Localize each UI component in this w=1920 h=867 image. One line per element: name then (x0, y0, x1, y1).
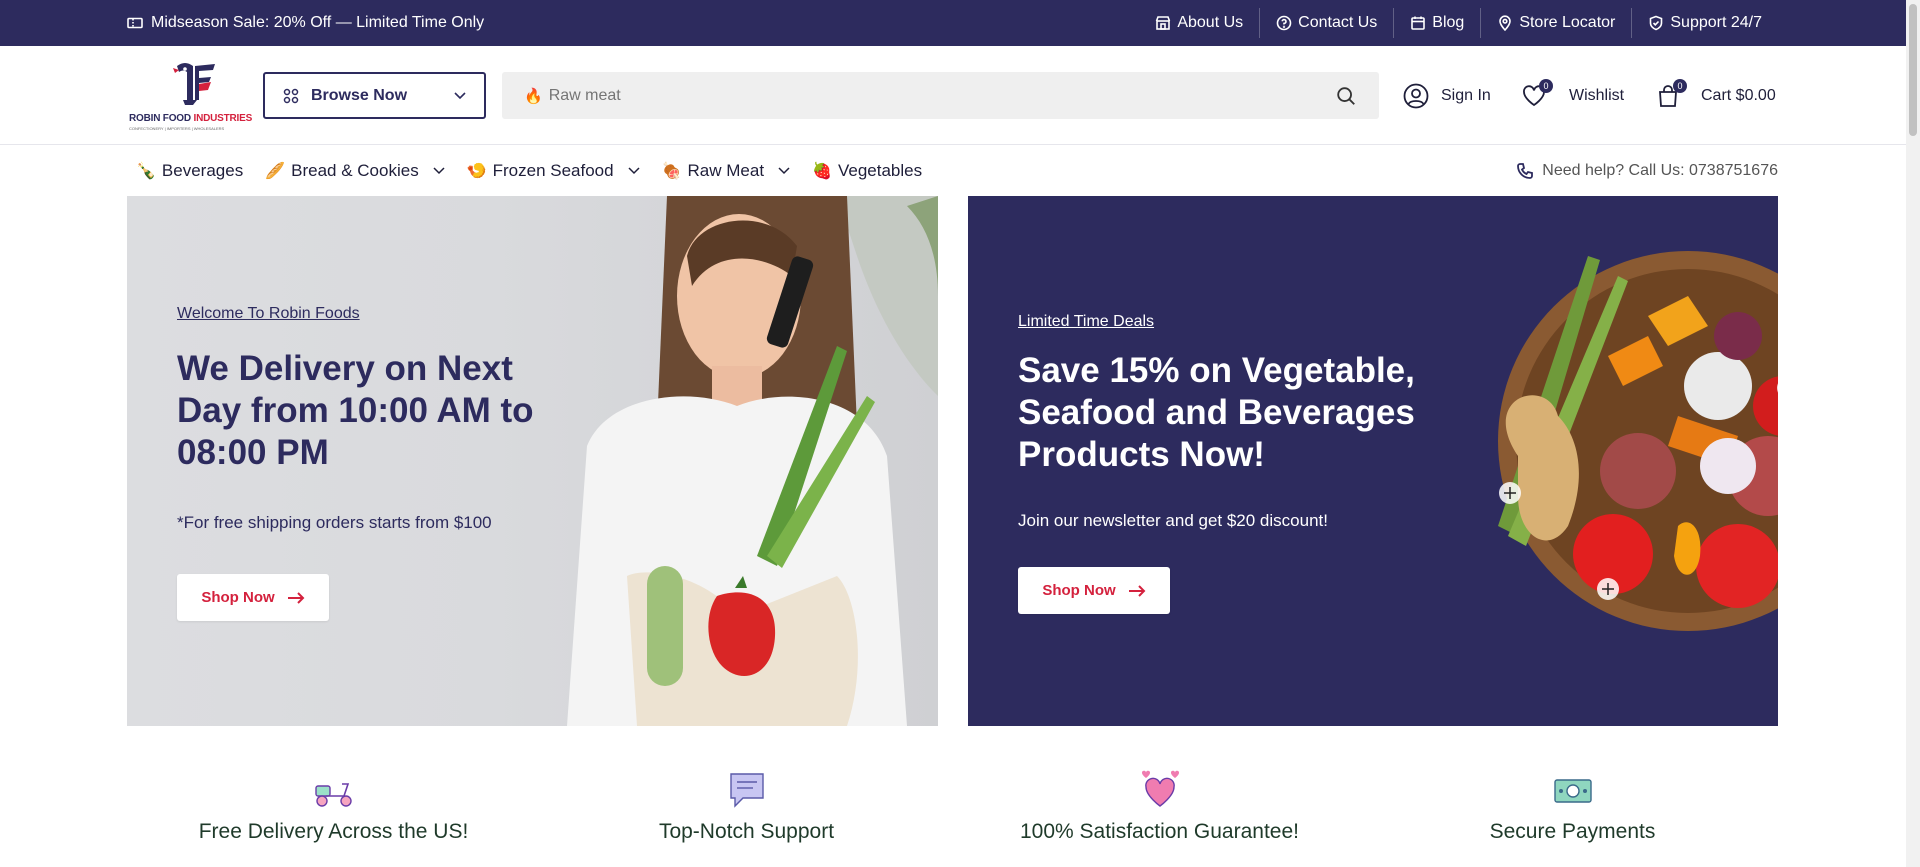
announcement-bar: Midseason Sale: 20% Off — Limited Time O… (0, 0, 1906, 46)
help-circle-icon (1276, 15, 1292, 31)
hero-right-eyebrow[interactable]: Limited Time Deals (1018, 313, 1154, 331)
map-pin-icon (1499, 15, 1512, 31)
hero-banner-delivery: Welcome To Robin Foods We Delivery on Ne… (127, 196, 938, 726)
chevron-down-icon (454, 91, 466, 99)
shop-now-label: Shop Now (1042, 582, 1116, 599)
calendar-icon (1411, 16, 1426, 30)
grid-icon (283, 88, 299, 103)
hearts-icon (1141, 770, 1179, 807)
scooter-icon (314, 783, 352, 807)
promo-banner: Midseason Sale: 20% Off — Limited Time O… (127, 0, 484, 46)
chevron-down-icon (433, 167, 445, 175)
support-link[interactable]: Support 24/7 (1631, 8, 1778, 38)
hero-left-subtext: *For free shipping orders starts from $1… (177, 513, 492, 532)
category-label: Frozen Seafood (492, 161, 614, 180)
shield-check-icon (1650, 15, 1663, 31)
about-us-label: About Us (1177, 14, 1244, 31)
search-icon[interactable] (1335, 85, 1357, 107)
category-bread-cookies[interactable]: 🥖 Bread & Cookies (265, 161, 445, 181)
brand-name: ROBIN FOOD INDUSTRIES (129, 113, 253, 124)
cart-count-badge: 0 (1673, 78, 1687, 93)
feature-title: Secure Payments (1489, 820, 1656, 843)
category-beverages[interactable]: 🍾 Beverages (136, 161, 243, 181)
store-icon (1156, 16, 1171, 30)
hero-banner-deals: Limited Time Deals Save 15% on Vegetable… (968, 196, 1778, 726)
store-locator-label: Store Locator (1519, 14, 1616, 31)
user-icon (1403, 83, 1429, 108)
sign-in-link[interactable]: Sign In (1403, 72, 1491, 119)
about-us-link[interactable]: About Us (1139, 8, 1259, 38)
cash-icon (1553, 779, 1592, 803)
category-label: Bread & Cookies (291, 161, 419, 180)
wishlist-link[interactable]: 0 Wishlist (1521, 72, 1624, 119)
hero-left-shop-now-button[interactable]: Shop Now (177, 574, 329, 621)
meat-icon: 🍖 (661, 163, 682, 180)
flame-icon: 🔥 (524, 87, 543, 105)
hero-left-headline: We Delivery on Next Day from 10:00 AM to… (177, 349, 534, 472)
ticket-icon (127, 17, 143, 29)
category-frozen-seafood[interactable]: 🍤 Frozen Seafood (467, 161, 640, 181)
chevron-down-icon (628, 167, 640, 175)
category-label: Vegetables (837, 161, 923, 180)
hero-right-subtext: Join our newsletter and get $20 discount… (1018, 511, 1328, 530)
feature-satisfaction: 100% Satisfaction Guarantee! (953, 770, 1366, 867)
hero-left-eyebrow[interactable]: Welcome To Robin Foods (177, 305, 360, 323)
arrow-right-icon (287, 591, 305, 604)
category-label: Beverages (161, 161, 244, 180)
bottle-icon: 🍾 (136, 163, 156, 180)
wishlist-count-badge: 0 (1539, 78, 1553, 93)
support-label: Support 24/7 (1670, 14, 1762, 31)
category-vegetables[interactable]: 🍓 Vegetables (812, 161, 922, 181)
browse-now-label: Browse Now (311, 86, 408, 104)
shop-now-label: Shop Now (201, 589, 275, 606)
phone-icon (1517, 163, 1534, 179)
brand-logo[interactable]: ROBIN FOOD INDUSTRIES CONFECTIONERY | IM… (127, 60, 252, 132)
cart-label: Cart $0.00 (1701, 86, 1776, 104)
hero-woman-image (567, 196, 938, 726)
hero-right-headline: Save 15% on Vegetable, Seafood and Bever… (1018, 351, 1415, 474)
contact-us-link[interactable]: Contact Us (1259, 8, 1393, 38)
utility-links: About Us Contact Us Blog Store Locator S… (1139, 0, 1778, 46)
feature-title: Top-Notch Support (658, 820, 835, 843)
contact-us-label: Contact Us (1298, 14, 1378, 31)
robin-bird-logo-icon (173, 63, 215, 105)
bread-icon: 🥖 (265, 163, 286, 180)
category-label: Raw Meat (687, 161, 765, 180)
feature-title: 100% Satisfaction Guarantee! (1019, 820, 1299, 843)
promo-text: Midseason Sale: 20% Off — Limited Time O… (151, 14, 485, 31)
chat-icon (729, 773, 764, 808)
brand-tagline: CONFECTIONERY | IMPORTERS | WHOLESALERS (129, 126, 225, 131)
hero-right-shop-now-button[interactable]: Shop Now (1018, 567, 1170, 614)
shrimp-icon: 🍤 (466, 163, 487, 180)
strawberry-icon: 🍓 (812, 163, 832, 180)
search-bar: 🔥 (502, 72, 1379, 119)
site-header: ROBIN FOOD INDUSTRIES CONFECTIONERY | IM… (0, 46, 1906, 145)
feature-support: Top-Notch Support (540, 770, 953, 867)
cart-link[interactable]: 0 Cart $0.00 (1655, 72, 1776, 119)
feature-row: Free Delivery Across the US! Top-Notch S… (127, 770, 1779, 867)
arrow-right-icon (1128, 584, 1146, 597)
wishlist-label: Wishlist (1569, 86, 1625, 104)
feature-title: Free Delivery Across the US! (198, 820, 469, 843)
feature-free-delivery: Free Delivery Across the US! (127, 770, 540, 867)
blog-label: Blog (1432, 14, 1465, 31)
help-phone-label: Need help? Call Us: 0738751676 (1542, 162, 1778, 179)
category-raw-meat[interactable]: 🍖 Raw Meat (662, 161, 790, 181)
sign-in-label: Sign In (1441, 86, 1491, 104)
chevron-down-icon (778, 167, 790, 175)
page-scrollbar[interactable] (1906, 0, 1920, 867)
search-input[interactable] (548, 86, 1335, 105)
browse-now-button[interactable]: Browse Now (263, 72, 486, 119)
vegetable-basket-image (1498, 251, 1778, 631)
category-nav: 🍾 Beverages 🥖 Bread & Cookies 🍤 Frozen S… (0, 145, 1906, 197)
blog-link[interactable]: Blog (1393, 8, 1480, 38)
scrollbar-thumb[interactable] (1909, 4, 1917, 136)
help-phone[interactable]: Need help? Call Us: 0738751676 (1516, 145, 1778, 197)
feature-secure-payments: Secure Payments (1366, 770, 1779, 867)
store-locator-link[interactable]: Store Locator (1480, 8, 1631, 38)
